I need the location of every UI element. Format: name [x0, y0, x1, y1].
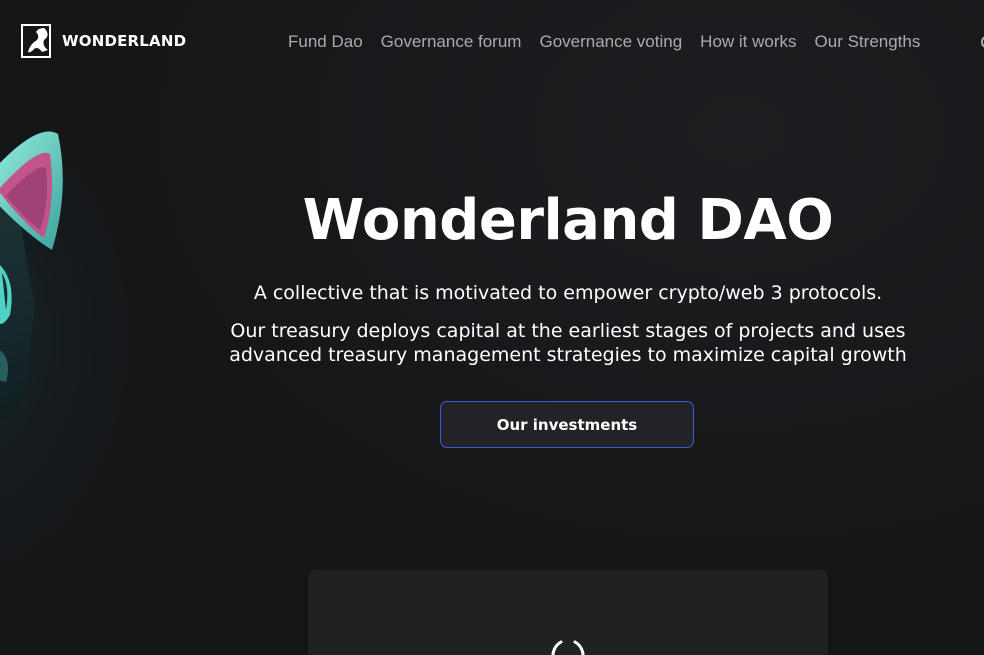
loading-spinner-icon	[551, 640, 585, 655]
logo-text: WONDERLAND	[62, 32, 187, 50]
loading-panel	[308, 570, 828, 655]
nav-item-governance-voting[interactable]: Governance voting	[539, 31, 682, 53]
page: WONDERLAND Fund Dao Governance forum Gov…	[0, 0, 984, 655]
hero-section: Wonderland DAO A collective that is moti…	[196, 185, 940, 367]
nav-item-how-it-works[interactable]: How it works	[700, 31, 796, 53]
cat-mascot-illustration	[0, 131, 63, 423]
nav-item-our-strengths[interactable]: Our Strengths	[815, 31, 921, 53]
nav-item-fund-dao[interactable]: Fund Dao	[288, 31, 363, 53]
our-investments-button[interactable]: Our investments	[440, 401, 694, 448]
nav-item-governance-forum[interactable]: Governance forum	[381, 31, 522, 53]
nav-item-cut-off[interactable]	[979, 31, 984, 53]
hero-tagline: A collective that is motivated to empowe…	[253, 282, 883, 304]
hero-description: Our treasury deploys capital at the earl…	[229, 320, 907, 366]
wonderland-logo-icon	[21, 24, 51, 58]
logo[interactable]: WONDERLAND	[20, 22, 186, 60]
site-header: WONDERLAND Fund Dao Governance forum Gov…	[0, 0, 984, 84]
main-nav: Fund Dao Governance forum Governance vot…	[288, 31, 920, 53]
hero-title: Wonderland DAO	[302, 188, 834, 253]
